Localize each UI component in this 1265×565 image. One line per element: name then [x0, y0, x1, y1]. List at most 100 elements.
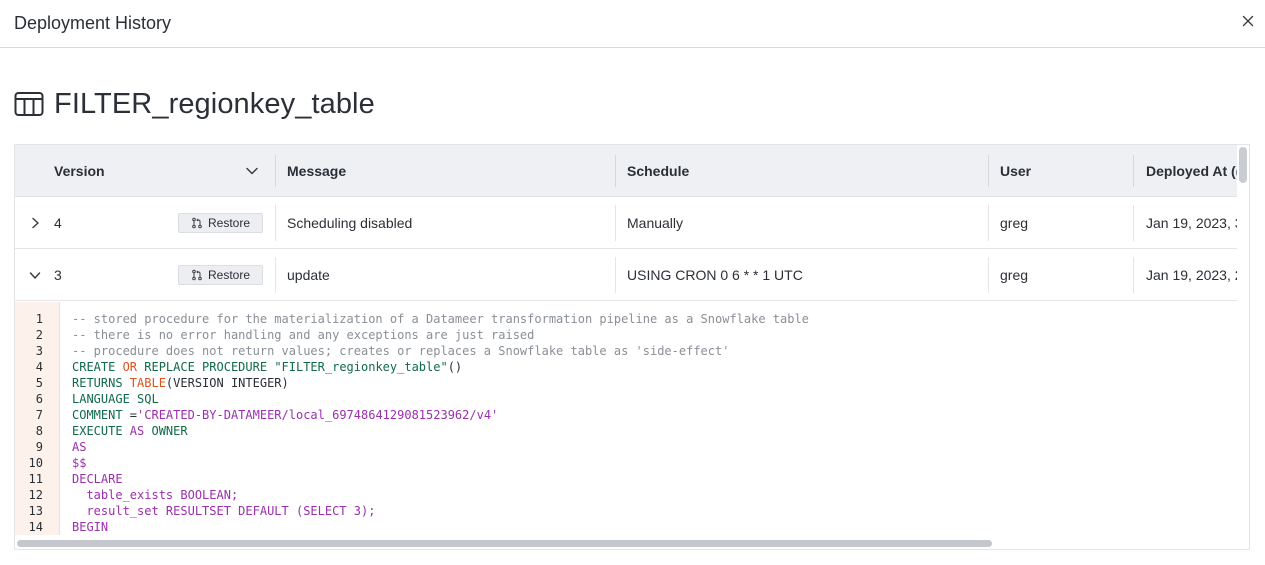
code-token: result_set RESULTSET DEFAULT (SELECT 3);: [72, 504, 376, 518]
code-token: EXECUTE: [72, 424, 130, 438]
code-line: $$: [72, 456, 86, 470]
code-token: REPLACE PROCEDURE: [137, 360, 275, 374]
version-cell: 4: [54, 215, 62, 231]
line-number: 3: [35, 344, 43, 358]
cell-divider: [275, 205, 276, 241]
page-title-row: FILTER_regionkey_table: [14, 86, 375, 122]
column-header-deployed-at[interactable]: Deployed At ((: [1146, 145, 1237, 197]
code-token: $$: [72, 456, 87, 470]
message-cell: Scheduling disabled: [287, 215, 413, 231]
code-line: LANGUAGE SQL: [72, 392, 159, 406]
table-viewport: Version Message Schedule User Deployed A…: [15, 145, 1237, 535]
schedule-cell: USING CRON 0 6 * * 1 UTC: [627, 267, 803, 283]
table-row[interactable]: 4 Restore Scheduling disabled Manually g…: [15, 197, 1237, 249]
line-number: 2: [35, 328, 43, 342]
code-token: (): [447, 360, 463, 374]
code-token: AS: [129, 424, 145, 438]
horizontal-scrollbar[interactable]: [15, 537, 1237, 549]
vertical-scrollbar[interactable]: [1239, 147, 1247, 183]
line-number: 13: [28, 504, 43, 518]
code-token: TABLE: [129, 376, 166, 390]
line-number-gutter: 1 2 3 4 5 6 7 8 9 10 11 12 13 14: [15, 302, 60, 535]
code-token: COMMENT: [72, 408, 130, 422]
user-cell: greg: [1000, 267, 1029, 283]
code-line: result_set RESULTSET DEFAULT (SELECT 3);: [72, 504, 375, 518]
code-line: AS: [72, 440, 86, 454]
chevron-right-icon[interactable]: [28, 216, 42, 230]
code-token: LANGUAGE SQL: [72, 392, 159, 406]
column-divider[interactable]: [1133, 155, 1134, 187]
code-token: OR: [122, 360, 138, 374]
code-line: CREATE OR REPLACE PROCEDURE "FILTER_regi…: [72, 360, 462, 374]
restore-button[interactable]: Restore: [178, 213, 263, 233]
code-token: -- stored procedure for the materializat…: [72, 312, 809, 326]
column-divider[interactable]: [275, 155, 276, 187]
code-token: OWNER: [144, 424, 188, 438]
cell-divider: [615, 205, 616, 241]
line-number: 8: [35, 424, 43, 438]
line-number: 11: [28, 472, 43, 486]
code-line: COMMENT ='CREATED-BY-DATAMEER/local_6974…: [72, 408, 498, 422]
cell-divider: [615, 257, 616, 293]
line-number: 5: [35, 376, 43, 390]
line-number: 10: [28, 456, 43, 470]
code-token: RETURNS: [72, 376, 130, 390]
chevron-down-icon[interactable]: [28, 268, 42, 282]
column-header-version[interactable]: Version: [54, 145, 105, 197]
code-token: -- there is no error handling and any ex…: [72, 328, 535, 342]
code-token: AS: [72, 440, 87, 454]
table-header: Version Message Schedule User Deployed A…: [15, 145, 1237, 197]
code-token: (VERSION INTEGER): [165, 376, 289, 390]
restore-label: Restore: [207, 268, 251, 282]
code-line: -- there is no error handling and any ex…: [72, 328, 534, 342]
line-number: 12: [28, 488, 43, 502]
cell-divider: [275, 257, 276, 293]
column-header-user[interactable]: User: [1000, 145, 1031, 197]
cell-divider: [988, 205, 989, 241]
column-divider[interactable]: [988, 155, 989, 187]
dialog-header: Deployment History: [0, 0, 1265, 48]
deployed-at-cell: Jan 19, 2023, 2: [1146, 267, 1237, 283]
deployed-at-cell: Jan 19, 2023, 3: [1146, 215, 1237, 231]
code-line: -- stored procedure for the materializat…: [72, 312, 809, 326]
table-row[interactable]: 3 Restore update USING CRON 0 6 * * 1 UT…: [15, 249, 1237, 301]
restore-button[interactable]: Restore: [178, 265, 263, 285]
chevron-down-icon[interactable]: [245, 164, 259, 178]
page-title: FILTER_regionkey_table: [54, 87, 375, 120]
close-icon[interactable]: [1240, 13, 1256, 29]
cell-divider: [1133, 205, 1134, 241]
line-number: 4: [35, 360, 43, 374]
code-token: -- procedure does not return values; cre…: [72, 344, 730, 358]
line-number: 7: [35, 408, 43, 422]
column-header-schedule[interactable]: Schedule: [627, 145, 689, 197]
column-divider[interactable]: [615, 155, 616, 187]
code-token: "FILTER_regionkey_table": [274, 360, 448, 374]
code-token: BEGIN: [72, 520, 109, 534]
line-number: 14: [28, 520, 43, 534]
git-pull-request-icon: [192, 217, 202, 229]
code-line: table_exists BOOLEAN;: [72, 488, 238, 502]
column-header-message[interactable]: Message: [287, 145, 346, 197]
code-line: RETURNS TABLE(VERSION INTEGER): [72, 376, 289, 390]
cell-divider: [988, 257, 989, 293]
schedule-cell: Manually: [627, 215, 684, 231]
horizontal-scrollbar-thumb[interactable]: [17, 540, 992, 547]
code-viewer[interactable]: 1 2 3 4 5 6 7 8 9 10 11 12 13 14 -- stored procedure …: [15, 302, 1237, 535]
deployment-table: Version Message Schedule User Deployed A…: [14, 144, 1250, 550]
code-line: BEGIN: [72, 520, 108, 534]
code-token: 'CREATED-BY-DATAMEER/local_6974864129081…: [137, 408, 499, 422]
table-icon: [14, 92, 44, 116]
code-line: DECLARE: [72, 472, 123, 486]
code-token: DECLARE: [72, 472, 123, 486]
cell-divider: [1133, 257, 1134, 293]
dialog-title: Deployment History: [14, 13, 172, 33]
code-line: EXECUTE AS OWNER: [72, 424, 188, 438]
code-token: table_exists BOOLEAN;: [72, 488, 239, 502]
version-cell: 3: [54, 267, 62, 283]
git-pull-request-icon: [192, 269, 202, 281]
message-cell: update: [287, 267, 330, 283]
code-line: -- procedure does not return values; cre…: [72, 344, 729, 358]
code-token: CREATE: [72, 360, 123, 374]
user-cell: greg: [1000, 215, 1029, 231]
line-number: 6: [35, 392, 43, 406]
